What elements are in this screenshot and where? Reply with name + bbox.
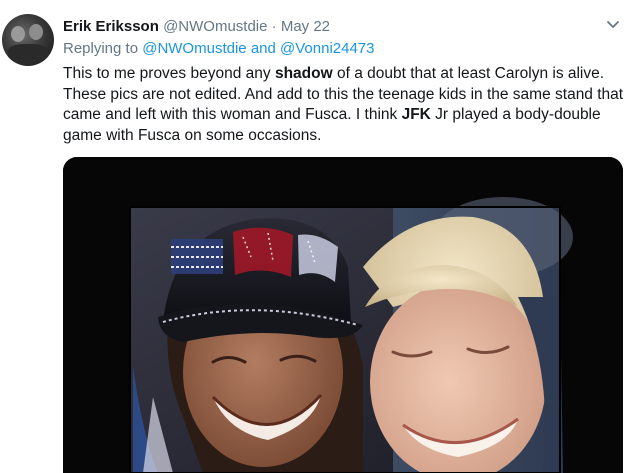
reply-mention-2[interactable]: @Vonni24473 <box>280 40 374 57</box>
tweet-media-photo[interactable] <box>63 157 623 473</box>
avatar-face-right <box>29 24 43 40</box>
author-name[interactable]: Erik Eriksson <box>63 18 159 35</box>
tweet-date[interactable]: May 22 <box>281 18 330 35</box>
replying-to: Replying to @NWOmustdie and @Vonni24473 <box>63 39 375 59</box>
photo-image <box>63 157 623 473</box>
tweet-header: Erik Eriksson @NWOmustdie · May 22 <box>63 17 330 37</box>
reply-mention-1[interactable]: @NWOmustdie <box>142 40 246 57</box>
tweet-text-bold: shadow <box>274 65 333 82</box>
avatar-face-left <box>11 26 25 42</box>
replying-to-label: Replying to <box>63 40 139 57</box>
reply-and[interactable]: and <box>251 40 276 57</box>
tweet-text-part: This to me proves beyond any <box>63 65 275 82</box>
author-handle[interactable]: @NWOmustdie <box>163 18 267 35</box>
separator-dot: · <box>271 18 277 35</box>
tweet-text-bold: JFK <box>401 106 431 123</box>
tweet-text: This to me proves beyond any shadow of a… <box>63 64 633 146</box>
tweet[interactable]: Erik Eriksson @NWOmustdie · May 22 Reply… <box>0 0 635 473</box>
avatar-bodies <box>8 44 48 62</box>
avatar[interactable] <box>2 14 54 66</box>
chevron-down-icon[interactable] <box>603 14 623 34</box>
